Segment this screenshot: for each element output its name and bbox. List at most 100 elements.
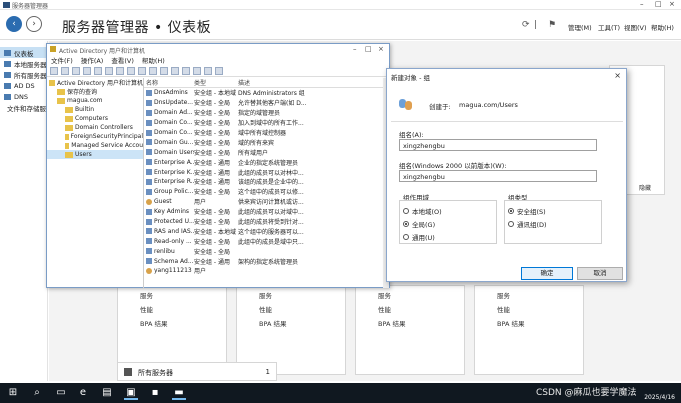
list-item[interactable]: Domain Users 安全组 - 全局 所有域用户: [144, 147, 390, 157]
close-icon[interactable]: ×: [669, 0, 675, 8]
breadcrumb-root[interactable]: 服务器管理器: [62, 20, 149, 36]
maximize-icon[interactable]: □: [365, 45, 372, 53]
list-item[interactable]: Enterprise K... 安全组 - 通用 此组的成员可以对林中...: [144, 167, 390, 177]
sidebar-item-dashboard[interactable]: 仪表板: [0, 47, 47, 58]
start-icon[interactable]: ⊞: [6, 386, 20, 400]
list-item[interactable]: Enterprise R... 安全组 - 通用 该组的成员是企业中的...: [144, 177, 390, 187]
aduc-taskbar-icon[interactable]: ▬: [172, 386, 186, 400]
list-item[interactable]: Group Polic... 安全组 - 全局 这个组中的成员可以修...: [144, 187, 390, 197]
tree-item-computers[interactable]: Computers: [47, 114, 143, 123]
tree-item-builtin[interactable]: Builtin: [47, 105, 143, 114]
list-item[interactable]: RAS and IAS... 安全组 - 本地域 这个组中的服务器可以...: [144, 226, 390, 236]
list-item[interactable]: Guest 用户 供来宾访问计算机或访...: [144, 197, 390, 207]
all-servers-tile[interactable]: 所有服务器 1: [117, 362, 277, 381]
type-distribution-radio[interactable]: 通讯组(D): [508, 219, 547, 229]
task-view-icon[interactable]: ▭: [54, 386, 68, 400]
menu-manage[interactable]: 管理(M): [568, 22, 592, 32]
list-item[interactable]: Domain Co... 安全组 - 全局 加入到域中的所有工作...: [144, 118, 390, 128]
sidebar-item-all-servers[interactable]: 所有服务器: [0, 69, 47, 80]
file-explorer-icon[interactable]: ▤: [100, 386, 114, 400]
sidebar-item-dns[interactable]: DNS: [0, 91, 47, 102]
tile-performance[interactable]: 性能: [378, 304, 391, 314]
refresh-icon[interactable]: [127, 66, 135, 75]
list-item[interactable]: Schema Ad... 安全组 - 通用 架构的指定系统管理员: [144, 256, 390, 266]
sidebar-item-local-server[interactable]: 本地服务器: [0, 58, 47, 69]
group-name-input[interactable]: xingzhengbu: [399, 139, 597, 151]
copy-icon[interactable]: [94, 66, 102, 75]
list-item[interactable]: Domain Co... 安全组 - 全局 域中所有域控制器: [144, 128, 390, 138]
list-item[interactable]: Protected U... 安全组 - 全局 此组的成员将受到针对...: [144, 217, 390, 227]
maximize-icon[interactable]: □: [655, 0, 662, 8]
sidebar-item-file-storage[interactable]: 文件和存储服务: [0, 102, 53, 113]
refresh-icon[interactable]: ⟳: [522, 20, 530, 30]
server-manager-taskbar-icon[interactable]: ▣: [124, 386, 138, 400]
tree-item-saved-queries[interactable]: 保存的查询: [47, 87, 143, 96]
system-tray[interactable]: 2025/4/16: [644, 386, 675, 401]
delete-icon[interactable]: [105, 66, 113, 75]
tree-icon[interactable]: [83, 66, 91, 75]
tree-item-foreign-security[interactable]: ForeignSecurityPrincipal: [47, 132, 143, 141]
new-ou-icon[interactable]: [182, 66, 190, 75]
menu-action[interactable]: 操作(A): [81, 55, 104, 65]
list-item[interactable]: Key Admins 安全组 - 全局 此组的成员可以对域中...: [144, 207, 390, 217]
tree-item-managed-service[interactable]: Managed Service Accou: [47, 141, 143, 150]
close-icon[interactable]: ×: [378, 45, 384, 53]
scope-universal-radio[interactable]: 通用(U): [403, 232, 435, 242]
terminal-icon[interactable]: ▪: [148, 386, 162, 400]
role-tile[interactable]: 服务 性能 BPA 结果: [355, 285, 465, 375]
tile-bpa[interactable]: BPA 结果: [259, 318, 286, 328]
column-type[interactable]: 类型: [194, 78, 238, 87]
new-user-icon[interactable]: [160, 66, 168, 75]
menu-help[interactable]: 帮助(H): [142, 55, 165, 65]
sidebar-item-ad-ds[interactable]: AD DS: [0, 80, 47, 91]
close-icon[interactable]: ×: [614, 71, 621, 80]
menu-help[interactable]: 帮助(H): [651, 22, 674, 32]
hide-link[interactable]: 隐藏: [639, 183, 651, 192]
tile-services[interactable]: 服务: [140, 290, 153, 300]
minimize-icon[interactable]: –: [640, 0, 644, 8]
ok-button[interactable]: 确定: [521, 267, 573, 280]
tile-performance[interactable]: 性能: [259, 304, 272, 314]
tree-item-users[interactable]: Users: [47, 150, 143, 159]
list-item[interactable]: Read-only ... 安全组 - 全局 此组中的成员是域中只...: [144, 236, 390, 246]
scope-global-radio[interactable]: 全局(G): [403, 219, 435, 229]
list-item[interactable]: DnsUpdate... 安全组 - 全局 允许替其他客户端(如 D...: [144, 98, 390, 108]
list-item[interactable]: Domain Gu... 安全组 - 全局 域的所有来宾: [144, 137, 390, 147]
scope-domain-local-radio[interactable]: 本地域(O): [403, 206, 442, 216]
tile-performance[interactable]: 性能: [140, 304, 153, 314]
list-item[interactable]: renlibu 安全组 - 全局: [144, 246, 390, 256]
minimize-icon[interactable]: –: [353, 45, 357, 53]
role-tile[interactable]: 服务 性能 BPA 结果: [474, 285, 584, 375]
list-item[interactable]: Domain Ad... 安全组 - 全局 指定的域管理员: [144, 108, 390, 118]
pre2000-name-input[interactable]: xingzhengbu: [399, 170, 597, 182]
menu-tools[interactable]: 工具(T): [598, 22, 620, 32]
forward-icon[interactable]: [61, 66, 69, 75]
menu-file[interactable]: 文件(F): [51, 55, 73, 65]
new-group-icon[interactable]: [171, 66, 179, 75]
search-icon[interactable]: ⌕: [30, 386, 44, 400]
up-icon[interactable]: [72, 66, 80, 75]
tile-services[interactable]: 服务: [497, 290, 510, 300]
column-description[interactable]: 描述: [238, 78, 388, 87]
export-icon[interactable]: [138, 66, 146, 75]
list-item[interactable]: Enterprise A... 安全组 - 通用 企业的指定系统管理员: [144, 157, 390, 167]
tree-item-root[interactable]: Active Directory 用户和计算机: [47, 78, 143, 87]
add-to-group-icon[interactable]: [215, 66, 223, 75]
notifications-flag-icon[interactable]: ⚑: [548, 20, 556, 30]
column-name[interactable]: 名称: [144, 78, 194, 87]
tile-bpa[interactable]: BPA 结果: [378, 318, 405, 328]
tile-bpa[interactable]: BPA 结果: [497, 318, 524, 328]
menu-view[interactable]: 视图(V): [624, 22, 647, 32]
back-button[interactable]: ‹: [6, 16, 22, 32]
cancel-button[interactable]: 取消: [577, 267, 623, 280]
tile-bpa[interactable]: BPA 结果: [140, 318, 167, 328]
tree-item-domain-controllers[interactable]: Domain Controllers: [47, 123, 143, 132]
forward-button[interactable]: ›: [26, 16, 42, 32]
tile-performance[interactable]: 性能: [497, 304, 510, 314]
list-item[interactable]: yang111213 用户: [144, 266, 390, 276]
tile-services[interactable]: 服务: [259, 290, 272, 300]
edge-icon[interactable]: e: [76, 386, 90, 400]
type-security-radio[interactable]: 安全组(S): [508, 206, 546, 216]
tile-services[interactable]: 服务: [378, 290, 391, 300]
menu-view[interactable]: 查看(V): [111, 55, 134, 65]
